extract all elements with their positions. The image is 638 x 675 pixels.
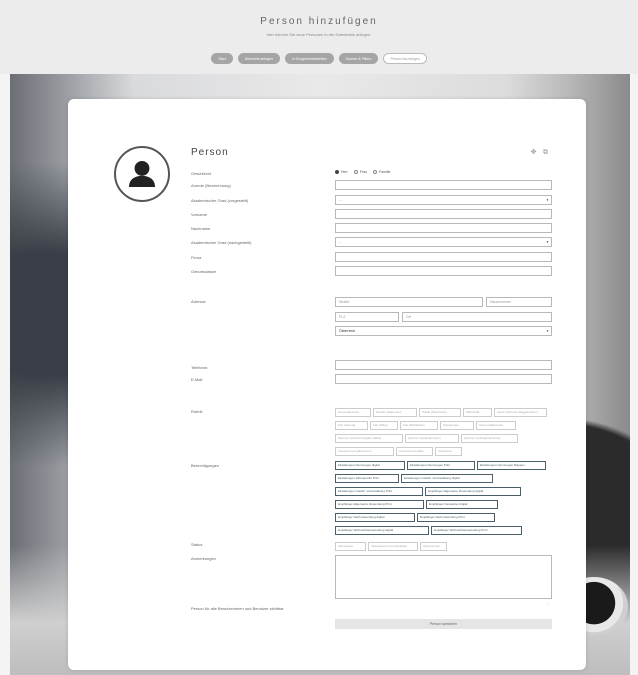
rubric-label: Rubrik — [191, 409, 203, 414]
form-title: Person — [191, 147, 229, 158]
birthdate-label: Geburtsdatum — [191, 269, 217, 274]
status-chip[interactable]: Abonnement — [420, 542, 447, 551]
rubric-chip[interactable]: Politik (Österreich) — [419, 408, 461, 417]
permission-chip[interactable]: Empfänger Sachzuwendung digital — [335, 513, 415, 522]
house-number-input[interactable]: Hausnummer — [486, 297, 552, 307]
permission-chip[interactable]: Einladungen zusätzl. Veranstaltung digit… — [401, 474, 493, 483]
user-avatar-icon — [114, 146, 170, 202]
gender-radio-group: Herr Frau Familie — [335, 170, 390, 174]
page-subtitle: Hier können Sie neue Personen in der Dat… — [266, 32, 372, 37]
address-label: Adresse — [191, 299, 206, 304]
status-label: Status — [191, 542, 203, 547]
gender-option-herr[interactable]: Herr — [335, 170, 348, 174]
permission-chip[interactable]: Empfänger Weihnachtszuwendung Print — [431, 526, 522, 535]
rubric-chip[interactable]: Wirtschaft — [463, 408, 492, 417]
save-person-button[interactable]: Person speichern — [335, 619, 552, 629]
email-input[interactable] — [335, 374, 552, 384]
first-name-label: Vorname — [191, 212, 208, 217]
zip-input[interactable]: PLZ — [335, 312, 399, 322]
email-label: E-Mail — [191, 377, 203, 382]
rubric-chip[interactable]: Sponsor (Hauptsponsor) — [405, 434, 459, 443]
resize-handle-icon[interactable]: ⟋ — [547, 601, 550, 606]
company-input[interactable] — [335, 252, 552, 262]
rubric-chip[interactable]: Investoren — [435, 447, 462, 456]
country-select[interactable]: Österreich — [335, 326, 552, 336]
last-name-label: Nachname — [191, 226, 211, 231]
step-start[interactable]: Start — [211, 53, 233, 64]
title-pre-select[interactable]: --- — [335, 195, 552, 205]
step-groups[interactable]: in Gruppenmitarbeiten — [284, 53, 334, 64]
permission-chip[interactable]: Einladungen Nennungen Print — [407, 461, 475, 470]
rubric-chip[interactable]: Medien (allgemein) — [373, 408, 417, 417]
first-name-input[interactable] — [335, 209, 552, 219]
gender-option-familie[interactable]: Familie — [373, 170, 390, 174]
city-input[interactable]: Ort — [402, 312, 552, 322]
permission-chip[interactable]: Einladungen Nennungen digital — [335, 461, 405, 470]
phone-label: Telefonnr. — [191, 365, 209, 370]
salutation-label: Anrede (Bezeichnung) — [191, 183, 231, 188]
step-overview[interactable]: Übersicht anlegen — [237, 53, 280, 64]
permission-chip[interactable]: Einladungen Jahrespunkt Print — [335, 474, 399, 483]
rubric-chip[interactable]: Generalsponsor — [335, 408, 371, 417]
birthdate-input[interactable] — [335, 266, 552, 276]
street-input[interactable]: Straße — [335, 297, 483, 307]
rubric-chip[interactable]: Investorenvorgabenraum — [335, 447, 394, 456]
rubric-chip[interactable]: Sponsor (Vorlagensponsor) — [461, 434, 518, 443]
radio-icon — [373, 170, 378, 174]
status-chip[interactable]: Interessiert — [335, 542, 366, 551]
page-header: Person hinzufügen Hier können Sie neue P… — [0, 0, 638, 74]
rubric-chip[interactable]: Fan (Wien) — [370, 421, 398, 430]
notes-label: Anmerkungen — [191, 556, 216, 561]
step-navigation: Start Übersicht anlegen in Gruppenmitarb… — [0, 53, 638, 64]
notes-textarea[interactable] — [335, 555, 552, 599]
phone-input[interactable] — [335, 360, 552, 370]
permission-chip[interactable]: Empfänger allgemeine Zuwendung Print — [335, 500, 424, 509]
rubric-chip[interactable]: Fan (Vienna) — [335, 421, 368, 430]
permissions-label: Berechtigungen — [191, 463, 220, 468]
gender-label: Geschlecht — [191, 171, 212, 176]
rubric-chip[interactable]: Sport (Vertreter Meggenhofen) — [494, 408, 547, 417]
last-name-input[interactable] — [335, 223, 552, 233]
permission-chip[interactable]: Empfänger Sachzuwendung Print — [417, 513, 495, 522]
title-pre-label: Akademischer Grad (vorgestellt) — [191, 198, 249, 203]
clipboard-icon[interactable]: ⧉ — [541, 148, 550, 157]
rubric-chip[interactable]: Spielgruppe — [440, 421, 474, 430]
rubric-chip[interactable]: Fan (Meldeliste) — [400, 421, 438, 430]
permission-chip[interactable]: Einladungen zusätzl. Veranstaltung Print — [335, 487, 423, 496]
radio-selected-icon — [335, 170, 339, 174]
company-label: Firma — [191, 255, 202, 260]
step-search[interactable]: Suchen & Filtern — [338, 53, 379, 64]
visibility-label: Person für alle Benutzerinnen und Benutz… — [191, 606, 284, 611]
rubric-chip[interactable]: Investorenvorgabe — [396, 447, 433, 456]
permission-chip[interactable]: Einladungen Nennungen Mappen — [477, 461, 546, 470]
radio-icon — [353, 170, 358, 174]
rubric-chip[interactable]: Sponsor (Gönnervorgabe dabei) — [335, 434, 403, 443]
title-post-label: Akademischer Grad (nachgestellt) — [191, 240, 252, 245]
gender-option-frau[interactable]: Frau — [353, 170, 367, 174]
permission-chip[interactable]: Empfänger allgemeine Zuwendung digital — [425, 487, 521, 496]
page-title: Person hinzufügen — [260, 16, 378, 27]
status-chip[interactable]: Interessiert und eingeladen — [368, 542, 418, 551]
expand-icon[interactable]: ✥ — [529, 148, 538, 157]
rubric-chip[interactable]: Verein (allgemein) — [476, 421, 516, 430]
permission-chip[interactable]: Empfänger Newsletter digital — [426, 500, 498, 509]
step-add-person[interactable]: Person hinzufügen — [383, 53, 427, 64]
salutation-input[interactable] — [335, 180, 552, 190]
permission-chip[interactable]: Empfänger Weihnachtszuwendung digital — [335, 526, 429, 535]
title-post-select[interactable]: --- — [335, 237, 552, 247]
